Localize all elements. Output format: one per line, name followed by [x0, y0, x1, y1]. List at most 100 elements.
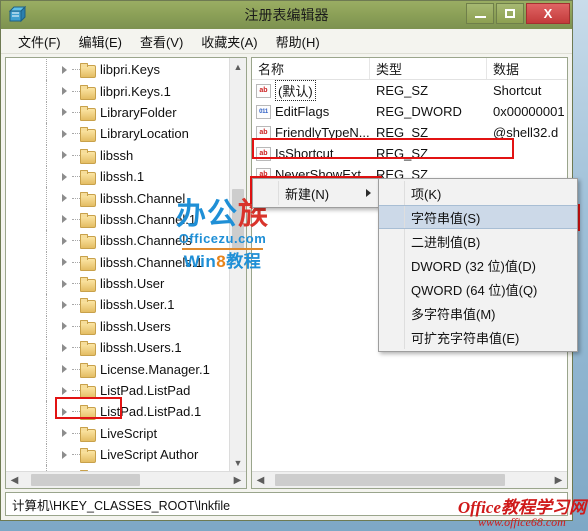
tree-item[interactable]: libssh.Channels.1	[6, 251, 229, 274]
tree-item[interactable]: ListPad.ListPad.1	[6, 401, 229, 424]
chevron-right-icon[interactable]	[62, 407, 67, 416]
chevron-right-icon[interactable]	[62, 65, 67, 74]
tree-item[interactable]: libssh.Channels	[6, 230, 229, 252]
chevron-right-icon[interactable]	[62, 429, 67, 438]
tree-item[interactable]: License.Manager.1	[6, 358, 229, 381]
folder-icon	[80, 255, 96, 271]
tree-item-label: libssh.User	[100, 276, 165, 292]
menu-help[interactable]: 帮助(H)	[267, 29, 329, 54]
folder-icon	[80, 212, 96, 228]
tree-scroll-track[interactable]	[230, 75, 246, 454]
chevron-right-icon[interactable]	[62, 172, 67, 181]
minimize-button[interactable]	[466, 3, 494, 24]
submenu-gutter-binary	[379, 229, 405, 253]
tree-item[interactable]: libssh.User	[6, 272, 229, 295]
context-menu-item-new[interactable]: 新建(N)	[253, 181, 379, 205]
submenu-item-qword-value[interactable]: QWORD (64 位)值(Q)	[379, 277, 577, 301]
listview-hscroll-right-icon[interactable]: ▶	[550, 472, 567, 488]
submenu-item-key[interactable]: 项(K)	[379, 181, 577, 205]
column-header-data[interactable]: 数据	[487, 58, 567, 79]
listview-rows: ab (默认) REG_SZ Shortcut 011 EditFlags REG_DWOR…	[252, 80, 567, 185]
folder-icon	[80, 105, 96, 121]
listview-hscroll-track[interactable]	[269, 472, 550, 488]
submenu-item-binary-value[interactable]: 二进制值(B)	[379, 229, 577, 253]
chevron-right-icon[interactable]	[62, 258, 67, 267]
chevron-right-icon[interactable]	[62, 365, 67, 374]
menu-favorites[interactable]: 收藏夹(A)	[192, 29, 266, 54]
tree-hscroll-thumb[interactable]	[31, 474, 141, 486]
tree-hscroll-right-icon[interactable]: ▶	[229, 472, 246, 488]
chevron-right-icon[interactable]	[62, 300, 67, 309]
tree-connector	[72, 197, 80, 199]
chevron-right-icon[interactable]	[62, 108, 67, 117]
tree-item[interactable]: libssh.User.1	[6, 294, 229, 317]
tree-hscroll-track[interactable]	[23, 472, 229, 488]
submenu-gutter-key	[379, 181, 405, 205]
chevron-right-icon[interactable]	[62, 129, 67, 138]
tree-scroll-thumb[interactable]	[232, 188, 244, 250]
chevron-right-icon[interactable]	[62, 386, 67, 395]
tree-item[interactable]: libssh.1	[6, 165, 229, 188]
chevron-right-icon[interactable]	[62, 236, 67, 245]
listview-hscroll-thumb[interactable]	[274, 474, 506, 486]
tree-item[interactable]: ListPad.ListPad	[6, 379, 229, 402]
menu-file[interactable]: 文件(F)	[9, 29, 70, 54]
listview-row[interactable]: ab IsShortcut REG_SZ	[252, 143, 567, 164]
listview-cell-type: REG_SZ	[376, 125, 429, 140]
listview-row[interactable]: 011 EditFlags REG_DWORD 0x00000001	[252, 101, 567, 122]
tree-item[interactable]: libpri.Keys.1	[6, 80, 229, 103]
listview-row[interactable]: ab (默认) REG_SZ Shortcut	[252, 80, 567, 101]
chevron-right-icon[interactable]	[62, 215, 67, 224]
folder-icon	[80, 298, 96, 314]
folder-icon	[80, 63, 96, 79]
chevron-right-icon[interactable]	[62, 151, 67, 160]
menu-view[interactable]: 查看(V)	[131, 29, 192, 54]
chevron-right-icon[interactable]	[62, 322, 67, 331]
chevron-right-icon[interactable]	[62, 279, 67, 288]
column-header-name[interactable]: 名称	[252, 58, 370, 79]
listview-row[interactable]: ab FriendlyTypeN... REG_SZ @shell32.d	[252, 122, 567, 143]
submenu-item-multi-string-value-label: 多字符串值(M)	[411, 306, 496, 322]
tree-item[interactable]: libpri.Keys	[6, 59, 229, 81]
menu-edit[interactable]: 编辑(E)	[70, 29, 131, 54]
maximize-button[interactable]	[496, 3, 524, 24]
tree-scroll-down-icon[interactable]: ▼	[230, 454, 246, 471]
tree-item-label: LibraryFolder	[100, 104, 177, 120]
tree-item[interactable]: libssh.Users.1	[6, 337, 229, 359]
submenu-item-multi-string-value[interactable]: 多字符串值(M)	[379, 301, 577, 325]
submenu-item-dword-value[interactable]: DWORD (32 位)值(D)	[379, 253, 577, 277]
tree-item[interactable]: LiveScript	[6, 422, 229, 445]
chevron-right-icon[interactable]	[62, 343, 67, 352]
tree-item[interactable]: libssh.Channel	[6, 187, 229, 210]
submenu-item-string-value[interactable]: 字符串值(S)	[379, 205, 577, 229]
folder-icon	[80, 148, 96, 164]
tree-item[interactable]: libssh.Channel.1	[6, 208, 229, 231]
tree-item[interactable]: LibraryFolder	[6, 101, 229, 124]
tree-connector	[72, 69, 80, 71]
tree-connector	[72, 261, 80, 263]
submenu-item-key-label: 项(K)	[411, 186, 442, 202]
tree-horizontal-scrollbar[interactable]: ◀ ▶	[6, 471, 246, 488]
tree-item-label: LibraryLocation	[100, 126, 189, 142]
submenu-gutter-string	[379, 206, 405, 228]
chevron-right-icon[interactable]	[62, 194, 67, 203]
tree-vertical-scrollbar[interactable]: ▲ ▼	[229, 58, 246, 471]
listview-horizontal-scrollbar[interactable]: ◀ ▶	[252, 471, 567, 488]
title-bar[interactable]: 注册表编辑器 X	[1, 1, 572, 29]
listview-hscroll-left-icon[interactable]: ◀	[252, 472, 269, 488]
tree-item[interactable]: lnkfile	[6, 465, 229, 471]
tree-hscroll-left-icon[interactable]: ◀	[6, 472, 23, 488]
column-header-type[interactable]: 类型	[370, 58, 487, 79]
tree-item[interactable]: LiveScript Author	[6, 444, 229, 466]
tree-item[interactable]: libssh	[6, 144, 229, 167]
tree-connector	[72, 304, 80, 306]
folder-icon	[80, 170, 96, 186]
submenu-item-expandable-string-value[interactable]: 可扩充字符串值(E)	[379, 325, 577, 349]
chevron-right-icon[interactable]	[62, 450, 67, 459]
registry-tree: libpri.Keys libpri.Keys.1 LibraryFolder Lib…	[6, 58, 229, 471]
tree-item[interactable]: LibraryLocation	[6, 123, 229, 145]
close-button[interactable]: X	[526, 3, 570, 24]
tree-scroll-up-icon[interactable]: ▲	[230, 58, 246, 75]
tree-item[interactable]: libssh.Users	[6, 315, 229, 338]
chevron-right-icon[interactable]	[62, 87, 67, 96]
